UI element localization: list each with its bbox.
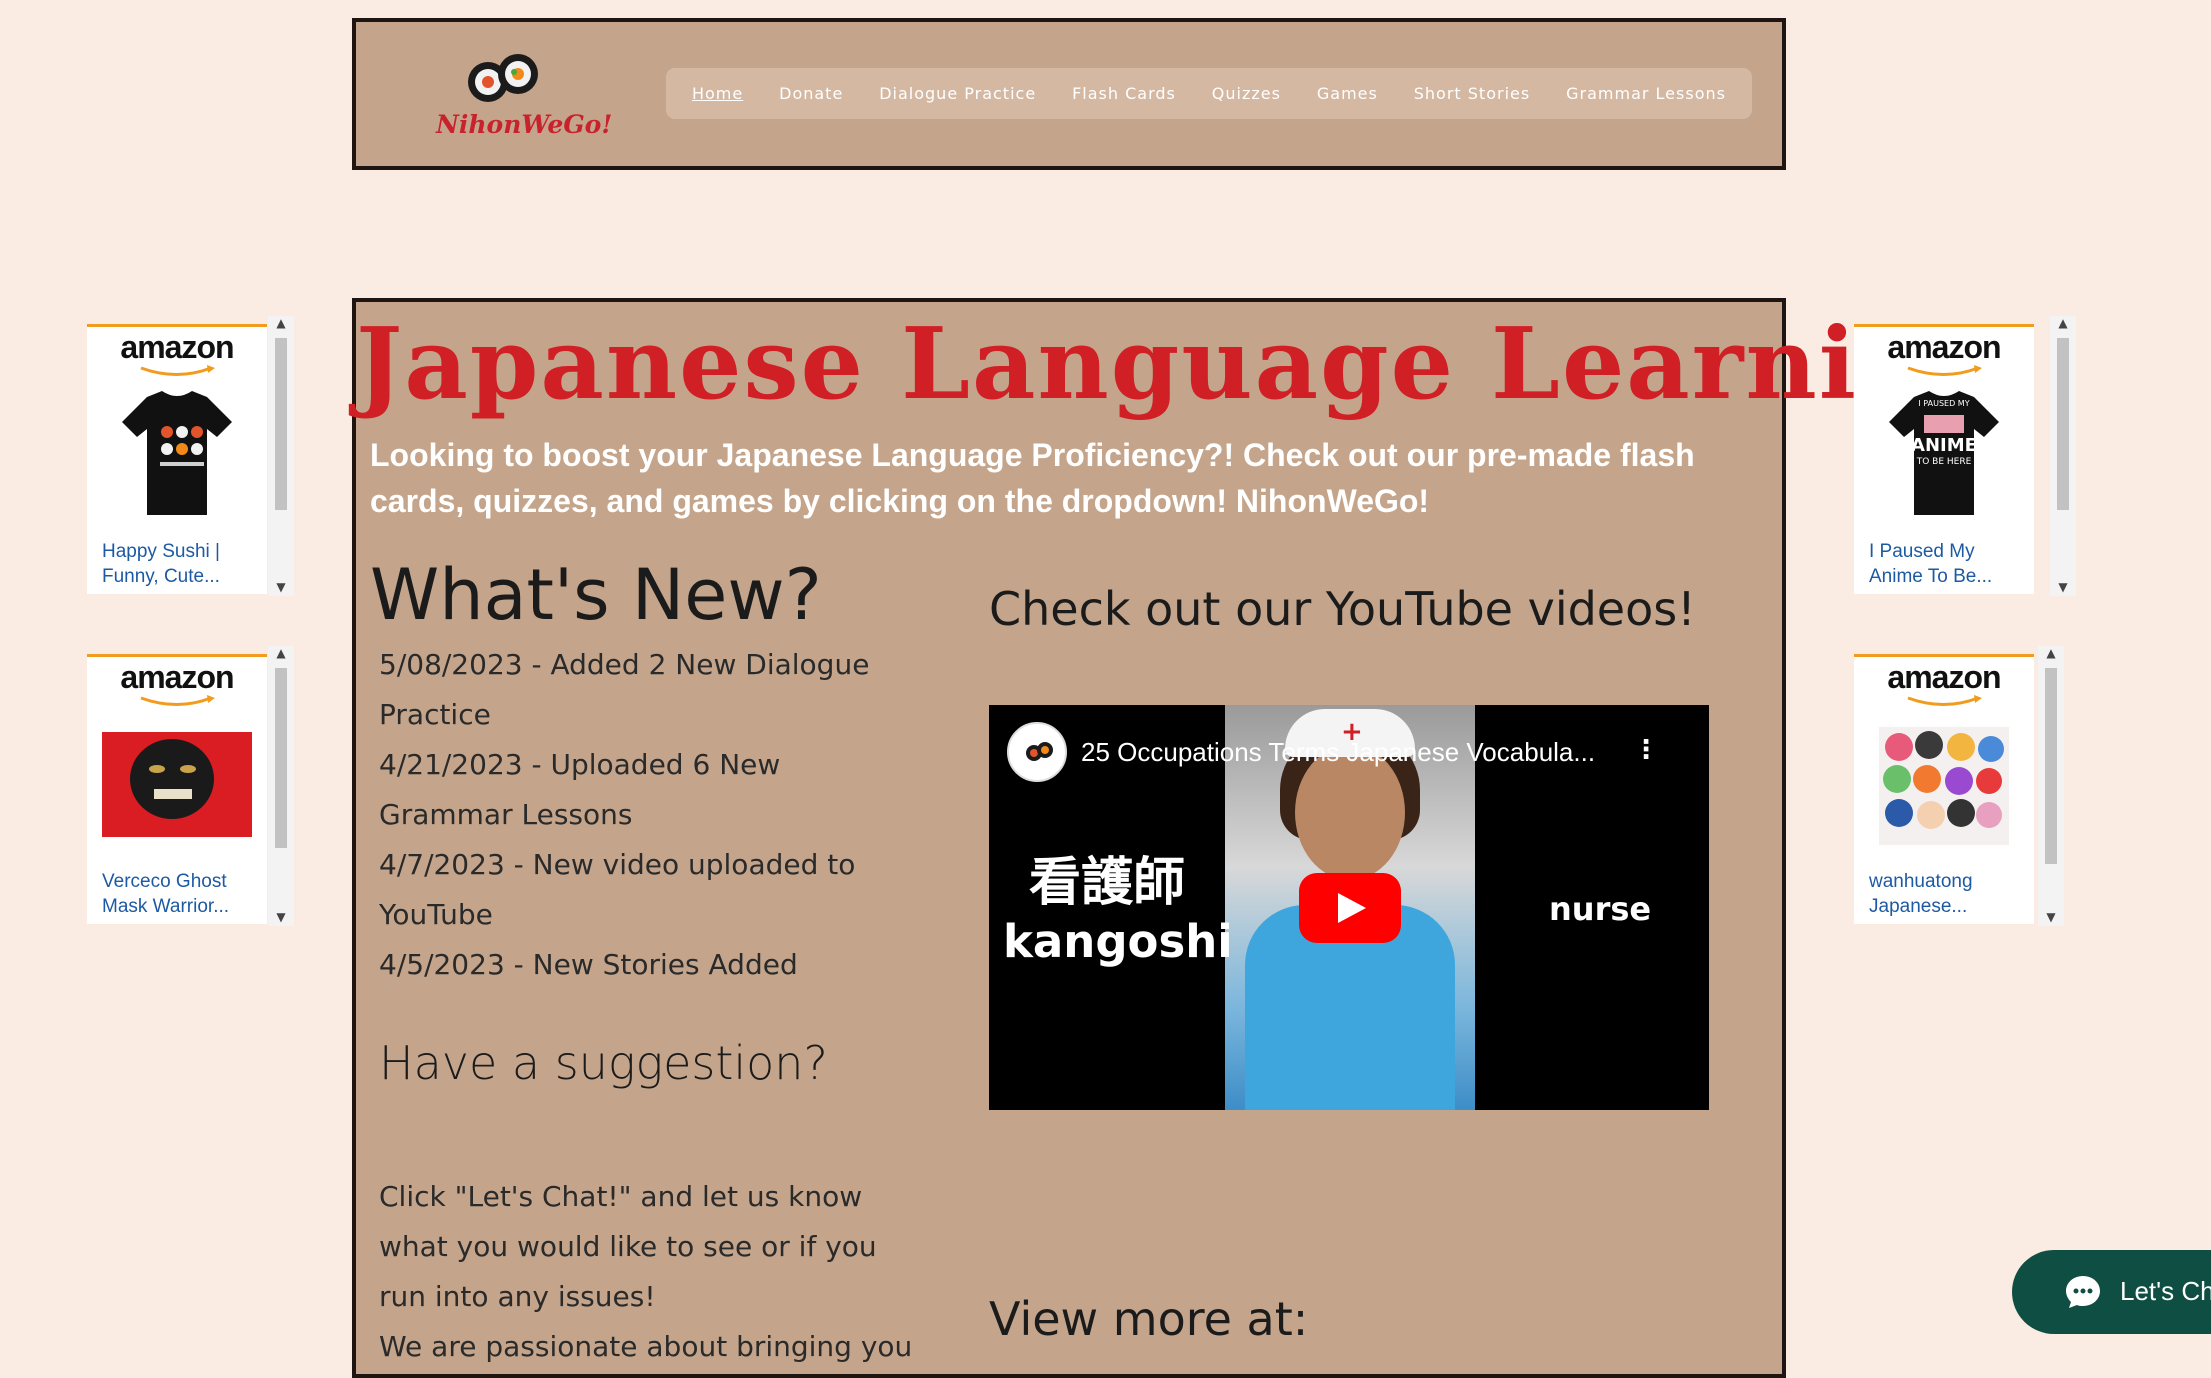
nav-short-stories[interactable]: Short Stories [1414, 84, 1530, 103]
ad-scrollbar[interactable]: ▲ ▼ [268, 316, 294, 596]
shirt-print-line: ANIME [1911, 435, 1977, 456]
sticker-pack-product-image [1879, 727, 2009, 845]
amazon-ad[interactable]: amazon Verceco Ghost Mask Warrior... [87, 654, 267, 924]
ad-product-link[interactable]: Verceco Ghost Mask Warrior... [102, 869, 262, 919]
logo-text: NihonWeGo! [436, 110, 613, 139]
news-item: 4/7/2023 - New video uploaded to YouTube [379, 848, 856, 931]
scroll-up-icon[interactable]: ▲ [2050, 316, 2076, 330]
anime-tshirt-product-image: I PAUSED MY ANIME TO BE HERE [1869, 387, 2019, 517]
scroll-down-icon[interactable]: ▼ [268, 580, 294, 594]
play-button[interactable] [1299, 873, 1401, 943]
youtube-video-embed[interactable]: + 25 Occupations Terms Japanese Vocabula… [989, 705, 1709, 1110]
chat-bubble-icon [2066, 1276, 2100, 1308]
scroll-up-icon[interactable]: ▲ [268, 646, 294, 660]
ad-product-link[interactable]: Happy Sushi | Funny, Cute... [102, 539, 262, 589]
main-nav: Home Donate Dialogue Practice Flash Card… [666, 68, 1752, 119]
suggestion-text-continued: We are passionate about bringing you [379, 1330, 913, 1363]
amazon-smile-icon [1907, 695, 1982, 706]
scroll-up-icon[interactable]: ▲ [268, 316, 294, 330]
amazon-smile-icon [1907, 365, 1982, 376]
hero-title: Japanese Language Learning [356, 307, 2002, 422]
nav-home[interactable]: Home [692, 84, 743, 103]
nav-quizzes[interactable]: Quizzes [1212, 84, 1281, 103]
amazon-smile-icon [140, 365, 215, 376]
suggestion-heading: Have a suggestion? [379, 1036, 828, 1090]
mask-product-image [102, 732, 252, 837]
video-romaji: kangoshi [1003, 915, 1233, 968]
news-item: 4/21/2023 - Uploaded 6 New Grammar Lesso… [379, 748, 781, 831]
main-content: Japanese Language Learning Looking to bo… [352, 298, 2002, 1378]
video-title[interactable]: 25 Occupations Terms Japanese Vocabula..… [1081, 737, 1641, 768]
amazon-logo: amazon [1887, 659, 2001, 695]
nav-donate[interactable]: Donate [779, 84, 843, 103]
amazon-ad[interactable]: amazon I PAUSED MY ANIME TO BE HERE I Pa… [1854, 324, 2034, 594]
amazon-logo: amazon [120, 659, 234, 695]
site-logo[interactable]: NihonWeGo! [436, 52, 613, 142]
ad-scrollbar[interactable]: ▲ ▼ [2038, 646, 2064, 926]
scroll-thumb[interactable] [2045, 668, 2057, 864]
amazon-logo: amazon [1887, 329, 2001, 365]
sushi-avatar-icon [1026, 742, 1053, 761]
news-list: 5/08/2023 - Added 2 New Dialogue Practic… [379, 640, 889, 990]
scroll-down-icon[interactable]: ▼ [268, 910, 294, 924]
suggestion-text: Click "Let's Chat!" and let us know what… [379, 1180, 877, 1313]
nav-grammar-lessons[interactable]: Grammar Lessons [1566, 84, 1726, 103]
intro-text: Looking to boost your Japanese Language … [370, 437, 1695, 519]
ad-product-link[interactable]: I Paused My Anime To Be... [1869, 539, 2029, 589]
scroll-thumb[interactable] [275, 338, 287, 510]
scroll-thumb[interactable] [2057, 338, 2069, 510]
shirt-print-line: I PAUSED MY [1918, 399, 1970, 408]
suggestion-body: Click "Let's Chat!" and let us know what… [379, 1172, 919, 1372]
scroll-down-icon[interactable]: ▼ [2038, 910, 2064, 924]
scroll-up-icon[interactable]: ▲ [2038, 646, 2064, 660]
video-english: nurse [1549, 890, 1652, 928]
amazon-ad[interactable]: amazon Happy Sushi | Funny, Cute... [87, 324, 267, 594]
amazon-logo: amazon [120, 329, 234, 365]
nav-dialogue-practice[interactable]: Dialogue Practice [879, 84, 1036, 103]
ad-scrollbar[interactable]: ▲ ▼ [2050, 316, 2076, 596]
whats-new-heading: What's New? [370, 554, 822, 636]
nav-flash-cards[interactable]: Flash Cards [1072, 84, 1176, 103]
channel-avatar[interactable] [1007, 722, 1067, 782]
shirt-print-line: TO BE HERE [1916, 457, 1972, 467]
view-more-heading: View more at: [989, 1292, 1309, 1346]
video-kanji: 看護師 [1029, 853, 1186, 913]
amazon-ad[interactable]: amazon wanhuatong Japanese... [1854, 654, 2034, 924]
scroll-down-icon[interactable]: ▼ [2050, 580, 2076, 594]
sushi-logo-icon [468, 54, 538, 102]
nav-games[interactable]: Games [1317, 84, 1378, 103]
scroll-thumb[interactable] [275, 668, 287, 848]
tshirt-product-image [122, 391, 232, 515]
chat-label: Let's Chat! [2120, 1276, 2211, 1306]
youtube-heading: Check out our YouTube videos! [989, 582, 1696, 636]
news-item: 5/08/2023 - Added 2 New Dialogue Practic… [379, 648, 870, 731]
more-options-icon[interactable]: ⋮ [1633, 735, 1659, 765]
play-icon [1338, 893, 1366, 923]
amazon-smile-icon [140, 695, 215, 706]
lets-chat-button[interactable]: Let's Chat! [2012, 1250, 2211, 1334]
ad-product-link[interactable]: wanhuatong Japanese... [1869, 869, 2029, 919]
ad-scrollbar[interactable]: ▲ ▼ [268, 646, 294, 926]
news-item: 4/5/2023 - New Stories Added [379, 948, 798, 981]
site-header: NihonWeGo! Home Donate Dialogue Practice… [352, 18, 1786, 170]
